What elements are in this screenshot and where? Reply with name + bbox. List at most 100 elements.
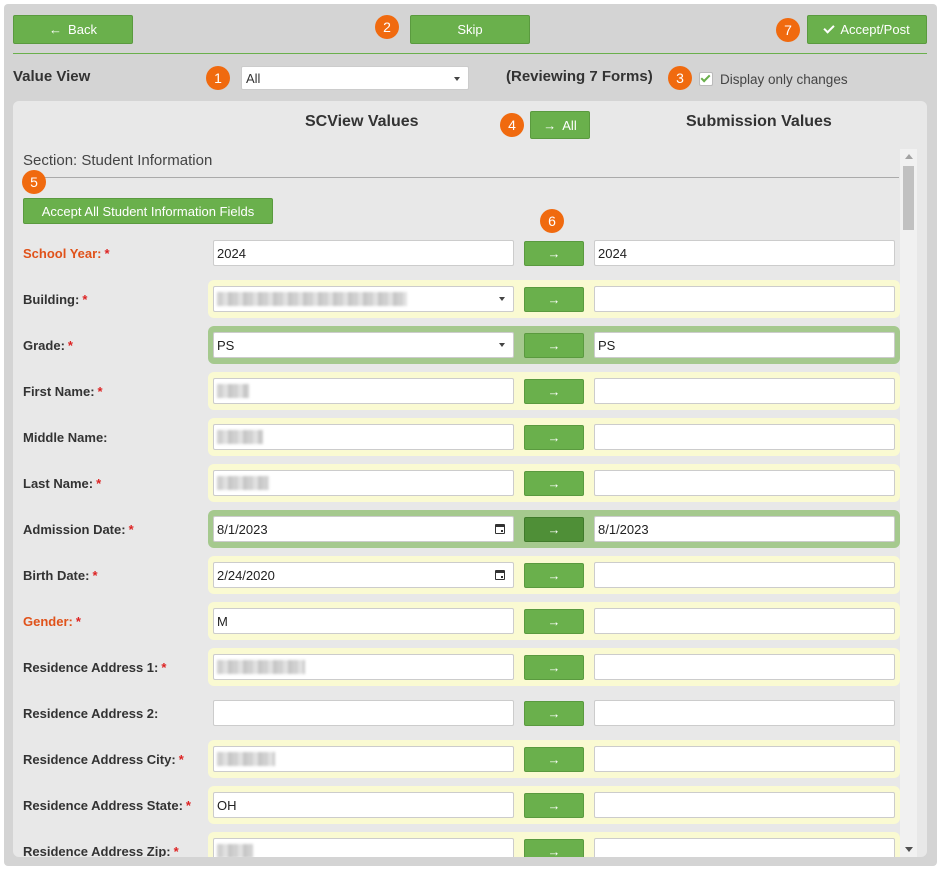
calendar-icon[interactable] (495, 570, 505, 580)
compare-panel: SCView Values 4 → All Submission Values … (13, 101, 927, 857)
copy-field-button[interactable]: → (524, 747, 584, 772)
submission-value-input[interactable] (594, 608, 895, 634)
accept-post-button[interactable]: Accept/Post (807, 15, 927, 44)
copy-field-button[interactable]: → (524, 287, 584, 312)
redacted-value (217, 384, 249, 398)
submission-value-input[interactable]: 8/1/2023 (594, 516, 895, 542)
field-row: Residence Address 2: → (13, 690, 900, 736)
back-button[interactable]: ← Back (13, 15, 133, 44)
scview-value-input[interactable] (213, 700, 514, 726)
scroll-up-icon[interactable] (905, 154, 913, 159)
submission-value-input[interactable]: 2024 (594, 240, 895, 266)
submission-values-heading: Submission Values (686, 113, 832, 130)
display-only-changes-checkbox[interactable] (699, 72, 713, 86)
copy-field-button[interactable]: → (524, 655, 584, 680)
field-label: School Year: * (23, 246, 110, 261)
scview-value-input[interactable] (213, 378, 514, 404)
scview-value-input[interactable]: 2024 (213, 240, 514, 266)
scroll-thumb[interactable] (903, 166, 914, 230)
required-marker: * (97, 384, 103, 399)
copy-field-button[interactable]: → (524, 241, 584, 266)
scview-value-input[interactable] (213, 424, 514, 450)
required-marker: * (128, 522, 134, 537)
checkmark-icon (700, 72, 711, 83)
vertical-scrollbar[interactable] (900, 149, 917, 857)
submission-value-input[interactable] (594, 286, 895, 312)
step-badge-3: 3 (668, 66, 692, 90)
field-row: School Year: * 2024 → 2024 (13, 230, 900, 276)
scview-value-input[interactable] (213, 746, 514, 772)
field-label: Gender: * (23, 614, 81, 629)
arrow-right-icon: → (547, 384, 561, 399)
copy-field-button[interactable]: → (524, 701, 584, 726)
field-label: Residence Address 1: * (23, 660, 166, 675)
section-divider (23, 177, 899, 178)
copy-field-button[interactable]: → (524, 609, 584, 634)
value-view-selected: All (246, 70, 261, 86)
scview-value-input[interactable] (213, 470, 514, 496)
submission-value-input[interactable] (594, 562, 895, 588)
scview-value-input[interactable]: OH (213, 792, 514, 818)
field-label-text: Last Name: (23, 476, 94, 491)
scview-value-input[interactable]: M (213, 608, 514, 634)
copy-all-label: All (562, 117, 577, 133)
step-badge-1: 1 (206, 66, 230, 90)
step-badge-4: 4 (500, 113, 524, 137)
field-label: Last Name: * (23, 476, 101, 491)
submission-value-input[interactable] (594, 792, 895, 818)
arrow-right-icon: → (543, 117, 557, 133)
arrow-right-icon: → (547, 430, 561, 445)
submission-value-input[interactable] (594, 746, 895, 772)
scview-value-input[interactable] (213, 838, 514, 857)
field-row: Gender: * M → (13, 598, 900, 644)
field-row: Last Name: * → (13, 460, 900, 506)
scview-value-input[interactable] (213, 654, 514, 680)
submission-value-input[interactable] (594, 378, 895, 404)
arrow-right-icon: → (547, 338, 561, 353)
calendar-icon[interactable] (495, 524, 505, 534)
field-row: Building: * → (13, 276, 900, 322)
value-view-select[interactable]: All (241, 66, 469, 90)
field-row: Residence Address City: * → (13, 736, 900, 782)
copy-field-button[interactable]: → (524, 793, 584, 818)
field-label: Middle Name: (23, 430, 108, 445)
scview-value-select[interactable]: PS (213, 332, 514, 358)
skip-button[interactable]: Skip (410, 15, 530, 44)
copy-field-button[interactable]: → (524, 379, 584, 404)
field-label: Residence Address Zip: * (23, 844, 179, 857)
copy-field-button[interactable]: → (524, 425, 584, 450)
scroll-down-icon[interactable] (905, 847, 913, 852)
field-label: Residence Address 2: (23, 706, 158, 721)
copy-all-button[interactable]: → All (530, 111, 590, 139)
arrow-right-icon: → (547, 522, 561, 537)
scview-value-date-input[interactable]: 8/1/2023 (213, 516, 514, 542)
required-marker: * (82, 292, 88, 307)
required-marker: * (96, 476, 102, 491)
scview-value-date-input[interactable]: 2/24/2020 (213, 562, 514, 588)
submission-value-input[interactable] (594, 654, 895, 680)
arrow-right-icon: → (547, 798, 561, 813)
accept-all-student-info-button[interactable]: Accept All Student Information Fields (23, 198, 273, 224)
scview-value-select[interactable] (213, 286, 514, 312)
submission-value-input[interactable] (594, 470, 895, 496)
copy-field-button[interactable]: → (524, 471, 584, 496)
arrow-right-icon: → (547, 752, 561, 767)
arrow-left-icon: ← (49, 22, 63, 37)
required-marker: * (67, 338, 73, 353)
submission-value-input[interactable] (594, 424, 895, 450)
copy-field-button[interactable]: → (524, 333, 584, 358)
submission-value-input[interactable] (594, 838, 895, 857)
accept-post-label: Accept/Post (840, 22, 910, 37)
copy-field-button[interactable]: → (524, 563, 584, 588)
field-label: Residence Address City: * (23, 752, 184, 767)
copy-field-button[interactable]: → (524, 839, 584, 857)
caret-down-icon (499, 297, 505, 301)
submission-value-input[interactable] (594, 700, 895, 726)
redacted-value (217, 292, 407, 306)
field-label-text: Residence Address Zip: (23, 844, 171, 857)
copy-field-button[interactable]: → (524, 517, 584, 542)
field-label: Grade: * (23, 338, 73, 353)
back-label: Back (68, 22, 97, 37)
section-title: Section: Student Information (23, 152, 213, 169)
submission-value-input[interactable]: PS (594, 332, 895, 358)
